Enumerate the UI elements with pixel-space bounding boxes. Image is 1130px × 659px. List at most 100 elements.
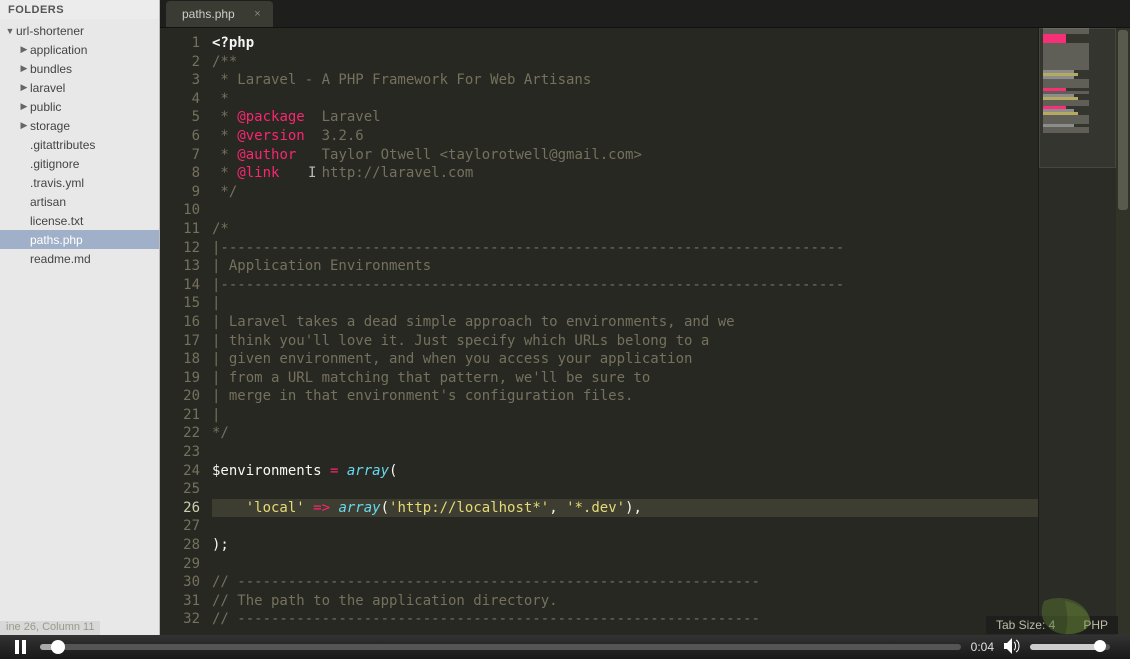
tree-label: license.txt (30, 214, 83, 228)
code-line: */ (212, 424, 1038, 443)
code-line: * (212, 90, 1038, 109)
file-item[interactable]: .travis.yml (0, 173, 159, 192)
code-line: // The path to the application directory… (212, 592, 1038, 611)
line-number: 9 (160, 183, 200, 202)
tree-label: .gitignore (30, 157, 79, 171)
vertical-scrollbar[interactable] (1116, 28, 1130, 635)
volume-icon[interactable] (1004, 638, 1022, 657)
line-number: 1 (160, 34, 200, 53)
line-number: 29 (160, 555, 200, 574)
tab-paths-php[interactable]: paths.php × (166, 1, 273, 27)
disclosure-closed-icon: ▶ (18, 82, 30, 93)
line-number: 5 (160, 108, 200, 127)
seek-slider[interactable] (40, 644, 961, 650)
disclosure-closed-icon: ▶ (18, 101, 30, 112)
editor-pane: paths.php × 1234567891011121314151617181… (160, 0, 1130, 635)
video-player-bar: 0:04 (0, 635, 1130, 659)
line-number: 16 (160, 313, 200, 332)
time-display: 0:04 (971, 640, 994, 654)
code-line (212, 517, 1038, 536)
code-line: | think you'll love it. Just specify whi… (212, 332, 1038, 351)
tree-label: bundles (30, 62, 72, 76)
disclosure-closed-icon: ▶ (18, 44, 30, 55)
folder-item[interactable]: ▶laravel (0, 78, 159, 97)
file-item[interactable]: readme.md (0, 249, 159, 268)
code-line: | Laravel takes a dead simple approach t… (212, 313, 1038, 332)
line-number: 25 (160, 480, 200, 499)
line-number: 19 (160, 369, 200, 388)
line-number: 8 (160, 164, 200, 183)
file-item[interactable]: .gitattributes (0, 135, 159, 154)
folder-item[interactable]: ▶bundles (0, 59, 159, 78)
volume-slider[interactable] (1030, 644, 1110, 650)
line-number: 7 (160, 146, 200, 165)
folder-item[interactable]: ▼url-shortener (0, 21, 159, 40)
tab-bar: paths.php × (160, 0, 1130, 28)
code-line: | (212, 294, 1038, 313)
code-line (212, 480, 1038, 499)
file-item[interactable]: license.txt (0, 211, 159, 230)
file-item[interactable]: artisan (0, 192, 159, 211)
code-area[interactable]: <?php/** * Laravel - A PHP Framework For… (208, 28, 1038, 635)
code-line: // -------------------------------------… (212, 610, 1038, 629)
minimap[interactable] (1038, 28, 1116, 635)
tree-label: .travis.yml (30, 176, 84, 190)
seek-knob[interactable] (51, 640, 65, 654)
line-number: 3 (160, 71, 200, 90)
text-caret-icon: I (308, 164, 316, 183)
tree-label: .gitattributes (30, 138, 95, 152)
folder-item[interactable]: ▶application (0, 40, 159, 59)
sidebar-header: FOLDERS (0, 0, 159, 19)
code-line: /* (212, 220, 1038, 239)
tree-label: application (30, 43, 87, 57)
line-number: 27 (160, 517, 200, 536)
status-bar-right: Tab Size: 4 PHP (986, 616, 1118, 634)
code-line: * @version 3.2.6 (212, 127, 1038, 146)
code-line: /** (212, 53, 1038, 72)
line-number: 15 (160, 294, 200, 313)
status-language[interactable]: PHP (1083, 618, 1108, 632)
code-line: * @author Taylor Otwell <taylorotwell@gm… (212, 146, 1038, 165)
code-line: */ (212, 183, 1038, 202)
line-number: 30 (160, 573, 200, 592)
line-number: 17 (160, 332, 200, 351)
tree-label: storage (30, 119, 70, 133)
minimap-viewport[interactable] (1039, 28, 1116, 168)
line-number: 26 (160, 499, 200, 518)
code-line: <?php (212, 34, 1038, 53)
file-item[interactable]: .gitignore (0, 154, 159, 173)
status-tab-size[interactable]: Tab Size: 4 (996, 618, 1055, 632)
line-number: 11 (160, 220, 200, 239)
volume-progress (1030, 644, 1100, 650)
line-numbers-gutter: 1234567891011121314151617181920212223242… (160, 28, 208, 635)
line-number: 32 (160, 610, 200, 629)
code-line (212, 443, 1038, 462)
code-line: | from a URL matching that pattern, we'l… (212, 369, 1038, 388)
pause-icon (15, 640, 26, 654)
disclosure-closed-icon: ▶ (18, 63, 30, 74)
pause-button[interactable] (10, 637, 30, 657)
code-line (212, 201, 1038, 220)
tree-label: url-shortener (16, 24, 84, 38)
line-number: 10 (160, 201, 200, 220)
code-line: * @package Laravel (212, 108, 1038, 127)
line-number: 14 (160, 276, 200, 295)
tree-label: public (30, 100, 61, 114)
code-line: ); (212, 536, 1038, 555)
file-tree: ▼url-shortener▶application▶bundles▶larav… (0, 19, 159, 270)
disclosure-closed-icon: ▶ (18, 120, 30, 131)
line-number: 21 (160, 406, 200, 425)
file-item[interactable]: paths.php (0, 230, 159, 249)
status-bar-left: ine 26, Column 11 (0, 621, 100, 635)
line-number: 22 (160, 424, 200, 443)
volume-knob[interactable] (1094, 640, 1106, 652)
folder-item[interactable]: ▶storage (0, 116, 159, 135)
tree-label: laravel (30, 81, 65, 95)
code-line: * @link http://laravel.com (212, 164, 1038, 183)
folder-item[interactable]: ▶public (0, 97, 159, 116)
editor-body: 1234567891011121314151617181920212223242… (160, 28, 1130, 635)
code-line: $environments = array( (212, 462, 1038, 481)
scrollbar-thumb[interactable] (1118, 30, 1128, 210)
line-number: 28 (160, 536, 200, 555)
close-icon[interactable]: × (254, 7, 260, 21)
